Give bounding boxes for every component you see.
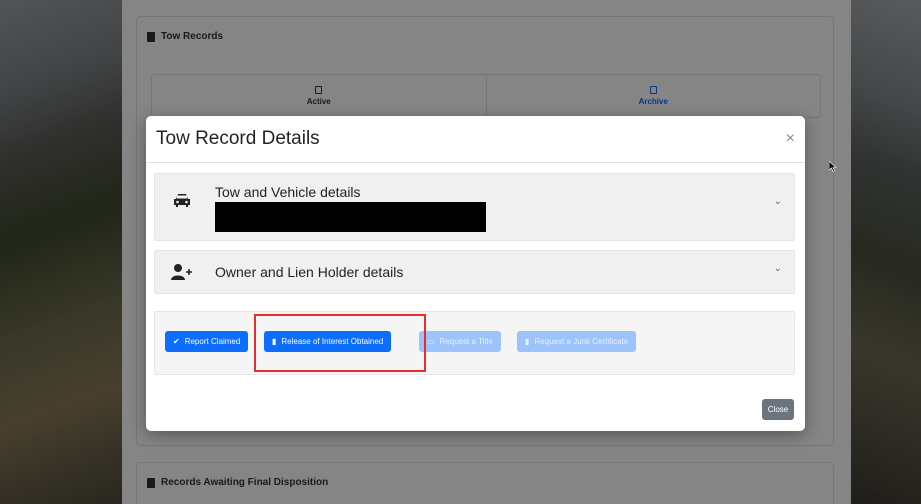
close-icon[interactable]: ×: [786, 130, 795, 148]
request-title-label: Request a Title: [439, 337, 493, 346]
request-junk-certificate-label: Request a Junk Certificate: [534, 337, 629, 346]
car-icon: [173, 192, 191, 213]
accordion-owner-lien[interactable]: Owner and Lien Holder details ⌄: [154, 250, 795, 294]
action-bar: ✔ Report Claimed ▮ Release of Interest O…: [154, 311, 795, 375]
annotation-highlight-box: [254, 314, 426, 372]
modal-header: Tow Record Details ×: [146, 116, 805, 163]
chevron-down-icon: ⌄: [773, 196, 782, 207]
id-card-icon: ▭: [427, 337, 435, 346]
check-icon: ✔: [173, 337, 180, 346]
report-claimed-button[interactable]: ✔ Report Claimed: [165, 331, 249, 352]
request-title-button[interactable]: ▭ Request a Title: [419, 331, 501, 352]
mouse-cursor-icon: [828, 160, 837, 174]
tow-record-details-modal: Tow Record Details × Tow and Vehicle det…: [146, 116, 805, 431]
document-icon: ▮: [525, 337, 530, 346]
accordion-owner-lien-title: Owner and Lien Holder details: [215, 264, 404, 280]
user-plus-icon: [171, 263, 195, 286]
request-junk-certificate-button[interactable]: ▮ Request a Junk Certificate: [517, 331, 637, 352]
modal-title: Tow Record Details: [156, 128, 320, 149]
accordion-tow-vehicle[interactable]: Tow and Vehicle details ⌄: [154, 173, 795, 241]
chevron-down-icon: ⌄: [773, 263, 782, 274]
accordion-tow-vehicle-title: Tow and Vehicle details: [215, 184, 361, 200]
close-button[interactable]: Close: [762, 399, 794, 420]
redacted-block: [215, 202, 486, 232]
report-claimed-label: Report Claimed: [184, 337, 241, 346]
